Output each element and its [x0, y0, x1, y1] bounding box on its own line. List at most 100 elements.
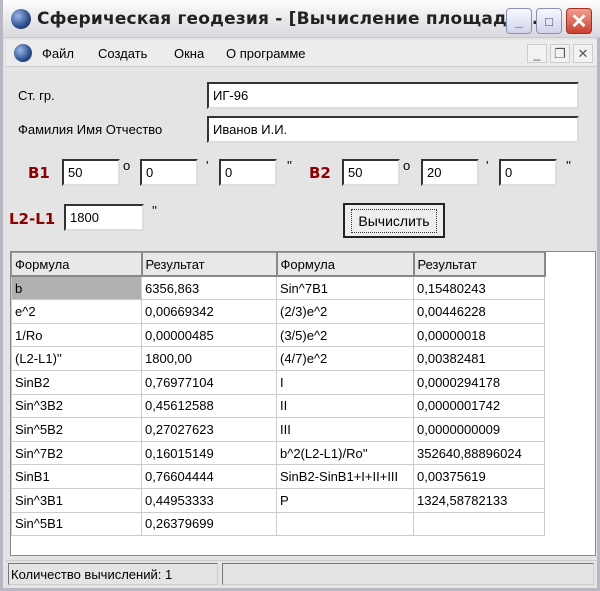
app-window: Сферическая геодезия - [Вычисление площа… — [0, 0, 600, 591]
table-row: Sin^3B1 0,44953333 P 1324,58782133 — [11, 487, 545, 513]
degree-symbol: o — [123, 158, 131, 173]
cell-formula[interactable]: (2/3)e^2 — [276, 299, 414, 324]
menu-about[interactable]: О программе — [226, 46, 306, 61]
table-row: b 6356,863 Sin^7B1 0,15480243 — [11, 275, 545, 301]
header-result[interactable]: Результат — [141, 252, 278, 278]
mdi-restore-button[interactable]: ❐ — [550, 44, 570, 63]
cell-formula[interactable]: III — [276, 417, 414, 442]
cell-formula[interactable]: SinB2 — [11, 369, 142, 395]
longitude-diff-label: L2-L1 — [9, 210, 56, 228]
title-bar: Сферическая геодезия - [Вычисление площа… — [3, 0, 600, 38]
table-row: Sin^5B2 0,27027623 III 0,0000000009 — [11, 417, 545, 442]
cell-result[interactable]: 0,00382481 — [413, 346, 545, 371]
cell-formula[interactable]: Sin^7B1 — [276, 275, 414, 301]
cell-result[interactable]: 0,16015149 — [141, 440, 277, 466]
app-globe-icon — [11, 9, 31, 29]
cell-result[interactable]: 0,00446228 — [413, 299, 545, 324]
cell-formula[interactable]: SinB2-SinB1+I+II+III — [276, 464, 414, 489]
header-formula[interactable]: Формула — [276, 252, 415, 278]
table-row: (L2-L1)'' 1800,00 (4/7)e^2 0,00382481 — [11, 346, 545, 371]
cell-formula[interactable]: (3/5)e^2 — [276, 322, 414, 348]
mdi-close-button[interactable]: ✕ — [573, 44, 593, 63]
table-row: Sin^5B1 0,26379699 — [11, 511, 545, 537]
header-formula[interactable]: Формула — [11, 252, 143, 278]
cell-formula[interactable]: SinB1 — [11, 464, 142, 489]
minute-symbol: ' — [486, 158, 489, 173]
cell-result[interactable]: 352640,88896024 — [413, 440, 545, 466]
cell-result[interactable]: 0,00000485 — [141, 322, 277, 348]
table-row: SinB2 0,76977104 I 0,0000294178 — [11, 369, 545, 395]
status-panel — [222, 563, 594, 585]
cell-formula[interactable]: Sin^3B1 — [11, 487, 142, 513]
results-table: Формула Результат Формула Результат b 635… — [11, 252, 546, 537]
cell-result[interactable]: 0,0000294178 — [413, 369, 545, 395]
cell-formula[interactable]: I — [276, 369, 414, 395]
cell-formula[interactable]: e^2 — [11, 299, 142, 324]
b1-degrees-input[interactable] — [62, 159, 120, 186]
b2-seconds-input[interactable] — [499, 159, 557, 186]
mdi-globe-icon[interactable] — [14, 44, 32, 62]
b2-label: B2 — [309, 164, 331, 182]
cell-result[interactable]: 0,00375619 — [413, 464, 545, 489]
calculate-button[interactable]: Вычислить — [343, 203, 445, 238]
second-symbol: '' — [566, 158, 571, 173]
cell-result[interactable]: 0,44953333 — [141, 487, 277, 513]
longitude-diff-input[interactable] — [64, 204, 144, 231]
cell-formula[interactable]: b^2(L2-L1)/Ro'' — [276, 440, 414, 466]
cell-result[interactable]: 0,27027623 — [141, 417, 277, 442]
cell-result[interactable]: 0,15480243 — [413, 275, 545, 301]
menu-create[interactable]: Создать — [98, 46, 147, 61]
b1-label: B1 — [28, 164, 50, 182]
table-row: 1/Ro 0,00000485 (3/5)e^2 0,00000018 — [11, 322, 545, 348]
b2-degrees-input[interactable] — [342, 159, 400, 186]
minimize-button[interactable]: _ — [506, 8, 532, 34]
cell-formula[interactable]: (4/7)e^2 — [276, 346, 414, 371]
header-result[interactable]: Результат — [413, 252, 546, 278]
table-row: e^2 0,00669342 (2/3)e^2 0,00446228 — [11, 299, 545, 324]
cell-formula[interactable]: b — [11, 275, 142, 301]
window-title: Сферическая геодезия - [Вычисление площа… — [37, 9, 546, 29]
close-button[interactable]: ✕ — [566, 8, 592, 34]
calculate-button-label: Вычислить — [351, 208, 437, 233]
menu-windows[interactable]: Окна — [174, 46, 204, 61]
cell-result[interactable]: 0,00000018 — [413, 322, 545, 348]
calc-count-status: Количество вычислений: 1 — [8, 563, 218, 585]
cell-formula[interactable]: (L2-L1)'' — [11, 346, 142, 371]
second-symbol: '' — [152, 203, 157, 218]
cell-result[interactable]: 0,0000000009 — [413, 417, 545, 442]
group-input[interactable] — [207, 82, 579, 109]
group-label: Ст. гр. — [18, 88, 55, 103]
minute-symbol: ' — [206, 158, 209, 173]
name-input[interactable] — [207, 116, 579, 143]
cell-formula[interactable]: P — [276, 487, 414, 513]
cell-result[interactable]: 1800,00 — [141, 346, 277, 371]
second-symbol: '' — [287, 158, 292, 173]
maximize-button[interactable]: □ — [536, 8, 562, 34]
cell-formula[interactable] — [276, 511, 414, 537]
cell-result[interactable]: 0,00669342 — [141, 299, 277, 324]
cell-formula[interactable]: II — [276, 393, 414, 419]
table-row: Sin^7B2 0,16015149 b^2(L2-L1)/Ro'' 352640,8… — [11, 440, 545, 466]
mdi-minimize-button[interactable]: _ — [527, 44, 547, 63]
cell-result[interactable]: 6356,863 — [141, 275, 277, 301]
cell-result[interactable]: 0,0000001742 — [413, 393, 545, 419]
cell-formula[interactable]: Sin^3B2 — [11, 393, 142, 419]
name-label: Фамилия Имя Отчество — [18, 122, 163, 137]
cell-formula[interactable]: Sin^7B2 — [11, 440, 142, 466]
results-grid[interactable]: Формула Результат Формула Результат b 635… — [10, 251, 596, 556]
cell-result[interactable]: 0,76604444 — [141, 464, 277, 489]
b2-minutes-input[interactable] — [421, 159, 479, 186]
cell-result[interactable]: 1324,58782133 — [413, 487, 545, 513]
table-row: SinB1 0,76604444 SinB2-SinB1+I+II+III 0,003… — [11, 464, 545, 489]
cell-formula[interactable]: Sin^5B2 — [11, 417, 142, 442]
cell-result[interactable]: 0,45612588 — [141, 393, 277, 419]
cell-formula[interactable]: Sin^5B1 — [11, 511, 142, 537]
table-header-row: Формула Результат Формула Результат — [11, 252, 546, 278]
menu-file[interactable]: Файл — [42, 46, 74, 61]
cell-result[interactable]: 0,76977104 — [141, 369, 277, 395]
cell-result[interactable] — [413, 511, 545, 537]
cell-result[interactable]: 0,26379699 — [141, 511, 277, 537]
cell-formula[interactable]: 1/Ro — [11, 322, 142, 348]
b1-seconds-input[interactable] — [219, 159, 277, 186]
b1-minutes-input[interactable] — [140, 159, 198, 186]
